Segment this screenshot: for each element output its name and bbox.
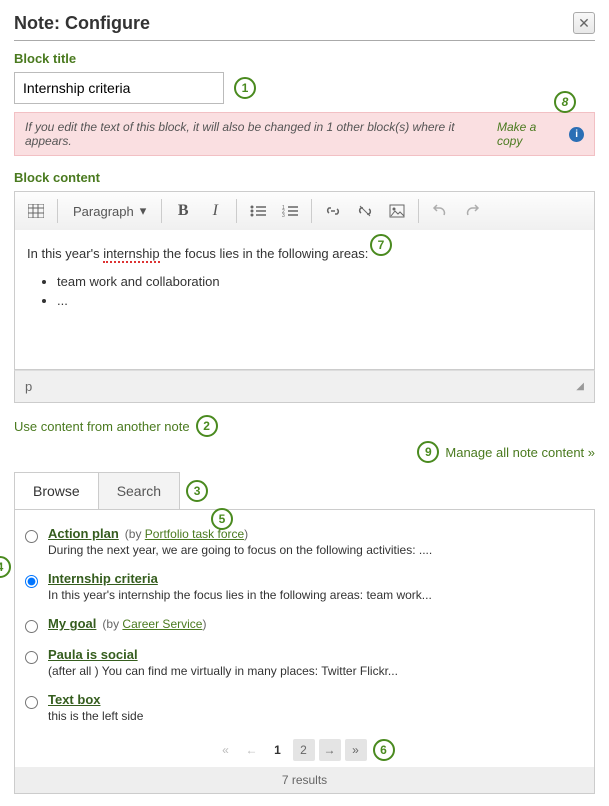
svg-text:3: 3 [282, 213, 285, 218]
page-prev[interactable]: ← [241, 739, 263, 761]
block-title-label: Block title [14, 51, 595, 66]
results-count: 7 results [15, 767, 594, 793]
close-icon: ✕ [578, 15, 590, 32]
warning-text: If you edit the text of this block, it w… [25, 120, 493, 148]
page-first[interactable]: « [215, 739, 237, 761]
note-by: (by Portfolio task force) [125, 527, 248, 541]
note-radio[interactable] [25, 651, 38, 664]
info-icon[interactable]: i [569, 127, 584, 142]
block-title-input[interactable] [14, 72, 224, 104]
note-item: Action plan (by Portfolio task force) Duri… [25, 522, 584, 567]
editor-path-bar: p ◢ [14, 370, 595, 403]
block-content-label: Block content [14, 170, 595, 185]
note-radio[interactable] [25, 696, 38, 709]
note-title-link[interactable]: My goal [48, 616, 96, 631]
note-desc: During the next year, we are going to fo… [48, 543, 584, 557]
format-select[interactable]: Paragraph ▾ [64, 198, 155, 224]
editor-content[interactable]: In this year's internship the focus lies… [14, 230, 595, 370]
annotation-5: 5 [211, 508, 233, 530]
tab-browse[interactable]: Browse [14, 472, 99, 510]
pagination: « ← 1 2 → » 6 [25, 733, 584, 767]
separator [418, 199, 419, 223]
dialog-header: Note: Configure ✕ [14, 12, 595, 41]
path-text: p [25, 379, 32, 394]
note-radio[interactable] [25, 575, 38, 588]
note-item: Paula is social (after all ) You can find… [25, 643, 584, 688]
table-icon[interactable] [21, 197, 51, 225]
note-item: Internship criteria In this year's intern… [25, 567, 584, 612]
annotation-9: 9 [417, 441, 439, 463]
editor-bullet: ... [57, 291, 582, 311]
note-author-link[interactable]: Portfolio task force [145, 527, 244, 541]
note-desc: this is the left side [48, 709, 584, 723]
editor-toolbar: Paragraph ▾ B I 123 [14, 191, 595, 230]
editor-text: the focus lies in the following areas: [160, 246, 369, 261]
annotation-3: 3 [186, 480, 208, 502]
separator [236, 199, 237, 223]
note-item: My goal (by Career Service) [25, 612, 584, 643]
note-by: (by Career Service) [102, 617, 206, 631]
annotation-7: 7 [370, 234, 392, 256]
annotation-2: 2 [196, 415, 218, 437]
redo-button[interactable] [457, 197, 487, 225]
italic-button[interactable]: I [200, 197, 230, 225]
page-2[interactable]: 2 [293, 739, 315, 761]
bullet-list-button[interactable] [243, 197, 273, 225]
image-button[interactable] [382, 197, 412, 225]
use-content-link[interactable]: Use content from another note [14, 419, 190, 434]
numbered-list-button[interactable]: 123 [275, 197, 305, 225]
note-author-link[interactable]: Career Service [122, 617, 202, 631]
editor-text-err: internship [103, 246, 159, 263]
make-copy-link[interactable]: Make a copy [497, 120, 563, 148]
format-label: Paragraph [73, 204, 134, 219]
annotation-6: 6 [373, 739, 395, 761]
note-desc: (after all ) You can find me virtually i… [48, 664, 584, 678]
chevron-down-icon: ▾ [140, 203, 147, 219]
warning-box: If you edit the text of this block, it w… [14, 112, 595, 156]
note-title-link[interactable]: Paula is social [48, 647, 138, 662]
page-last[interactable]: » [345, 739, 367, 761]
tab-panel-browse: 4 5 Action plan(by Portfolio task force)… [14, 509, 595, 794]
tabs: Browse Search 3 [14, 472, 595, 510]
note-radio[interactable] [25, 620, 38, 633]
close-button[interactable]: ✕ [573, 12, 595, 34]
tab-search[interactable]: Search [99, 472, 180, 510]
unlink-button[interactable] [350, 197, 380, 225]
manage-all-link[interactable]: Manage all note content » [445, 445, 595, 460]
separator [161, 199, 162, 223]
resize-handle-icon[interactable]: ◢ [576, 381, 584, 392]
note-item: Text box this is the left side [25, 688, 584, 733]
page-1[interactable]: 1 [267, 739, 289, 761]
bold-button[interactable]: B [168, 197, 198, 225]
note-title-link[interactable]: Text box [48, 692, 101, 707]
editor-bullet: team work and collaboration [57, 272, 582, 292]
note-title-link[interactable]: Action plan [48, 526, 119, 541]
dialog-title: Note: Configure [14, 13, 150, 34]
annotation-4: 4 [0, 556, 11, 578]
note-desc: In this year's internship the focus lies… [48, 588, 584, 602]
link-button[interactable] [318, 197, 348, 225]
annotation-8: 8 [554, 91, 576, 113]
page-next[interactable]: → [319, 739, 341, 761]
annotation-1: 1 [234, 77, 256, 99]
separator [311, 199, 312, 223]
separator [57, 199, 58, 223]
editor-text: In this year's [27, 246, 103, 261]
undo-button[interactable] [425, 197, 455, 225]
note-radio[interactable] [25, 530, 38, 543]
note-title-link[interactable]: Internship criteria [48, 571, 158, 586]
